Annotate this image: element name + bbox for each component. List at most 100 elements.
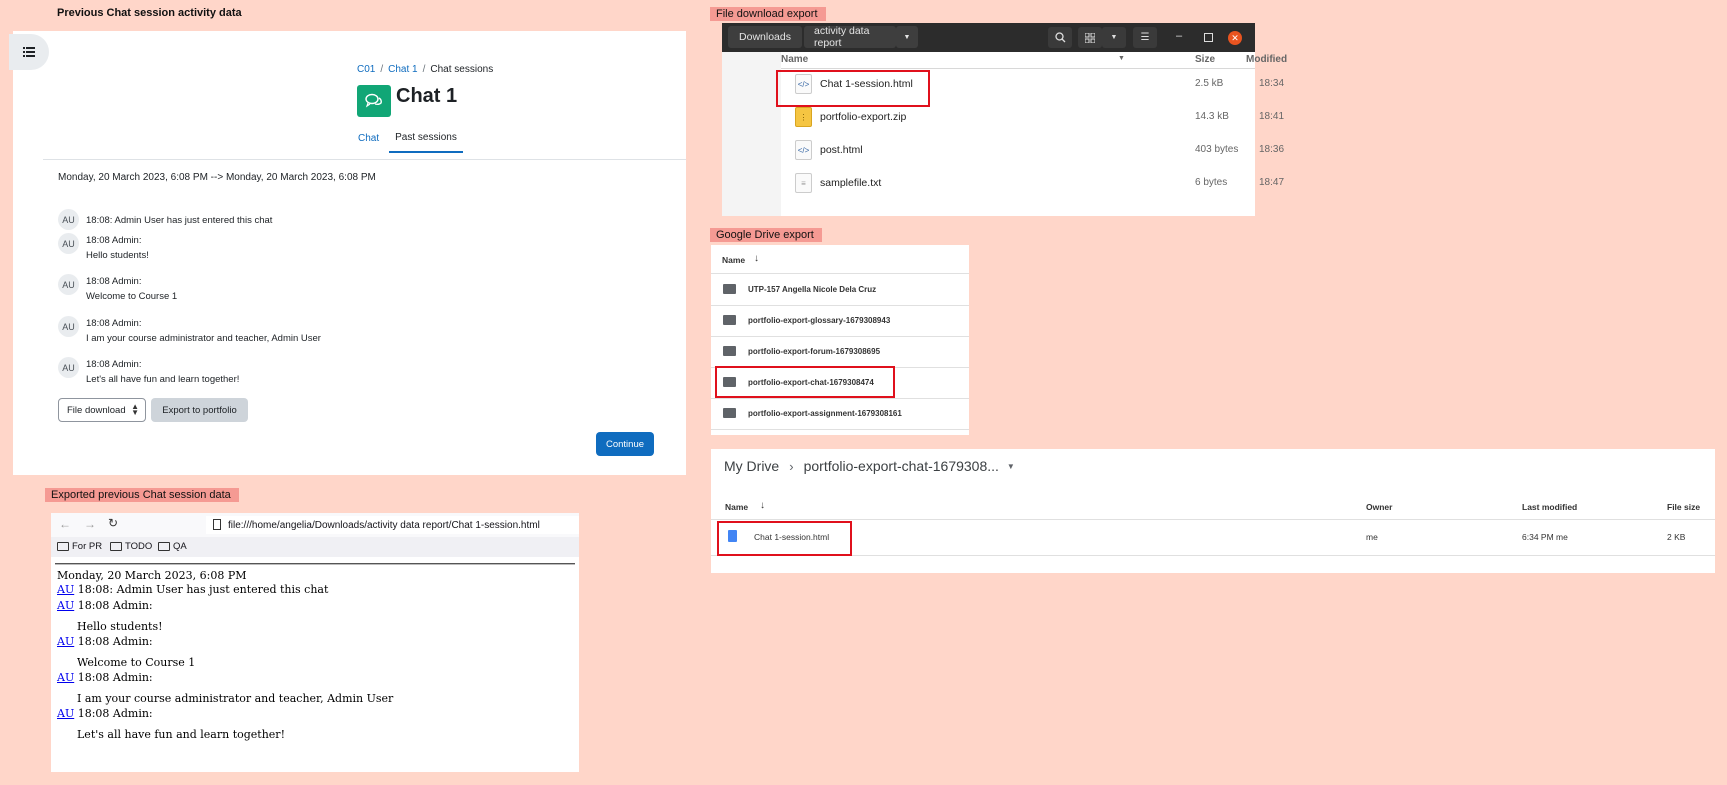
column-headers: Name ↓ Owner Last modified File size xyxy=(711,495,1715,520)
avatar[interactable]: AU xyxy=(58,316,79,337)
maximize-icon[interactable] xyxy=(1204,33,1213,42)
entry-text: 18:08: Admin User has just entered this … xyxy=(77,583,329,596)
bookmark-folder-for-pr[interactable]: For PR xyxy=(57,541,102,552)
folder-icon xyxy=(110,542,122,551)
file-owner: me xyxy=(1366,532,1378,542)
sort-arrow-down-icon[interactable]: ↓ xyxy=(754,253,759,264)
entry-author: 18:08 Admin: xyxy=(77,707,153,720)
grid-view-icon[interactable] xyxy=(1078,27,1102,48)
item-name: portfolio-export-assignment-1679308161 xyxy=(748,409,902,418)
file-name: post.html xyxy=(820,144,863,156)
path-downloads[interactable]: Downloads xyxy=(728,26,802,48)
breadcrumb-my-drive[interactable]: My Drive xyxy=(724,458,779,474)
column-headers: Name ↓ xyxy=(711,245,969,274)
avatar[interactable]: AU xyxy=(58,233,79,254)
bookmark-label: QA xyxy=(173,541,187,552)
column-name[interactable]: Name xyxy=(781,54,808,65)
export-entry: AU 18:08 Admin: xyxy=(57,599,153,612)
search-icon[interactable] xyxy=(1048,27,1072,48)
export-format-value: File download xyxy=(67,404,126,416)
address-bar[interactable]: file:///home/angelia/Downloads/activity … xyxy=(206,516,579,534)
entry-message: Hello students! xyxy=(77,620,163,633)
entry-author: 18:08 Admin: xyxy=(77,671,153,684)
breadcrumb-separator: / xyxy=(380,64,384,75)
export-entry: AU 18:08 Admin: xyxy=(57,671,153,684)
drive-item[interactable]: portfolio-export-assignment-1679308161 xyxy=(711,398,969,430)
path-menu-chevron-down-icon[interactable]: ▼ xyxy=(896,26,918,48)
export-entry: AU 18:08 Admin: xyxy=(57,707,153,720)
reload-icon[interactable]: ↻ xyxy=(108,516,118,530)
list-icon xyxy=(23,47,35,57)
message-author: 18:08 Admin: xyxy=(86,276,142,287)
breadcrumb: C01 / Chat 1 / Chat sessions xyxy=(357,64,493,75)
file-icon xyxy=(213,519,221,530)
file-modified: 18:47 xyxy=(1259,177,1285,188)
file-modified-by: me xyxy=(1556,532,1568,542)
column-name[interactable]: Name xyxy=(725,502,748,512)
column-file-size[interactable]: File size xyxy=(1667,502,1700,512)
breadcrumb-activity[interactable]: Chat 1 xyxy=(388,64,417,75)
section-label-exported-session: Exported previous Chat session data xyxy=(45,488,239,502)
file-row[interactable]: </> post.html 403 bytes 18:36 xyxy=(781,134,1284,167)
shared-folder-icon xyxy=(723,284,736,294)
column-last-modified[interactable]: Last modified xyxy=(1522,502,1577,512)
export-format-select[interactable]: File download ▲ ▼ xyxy=(58,398,146,422)
bookmark-folder-qa[interactable]: QA xyxy=(158,541,187,552)
sort-chevron-down-icon[interactable]: ▼ xyxy=(1118,55,1125,62)
highlight-box xyxy=(776,70,930,107)
course-index-toggle[interactable] xyxy=(9,34,49,70)
file-name: portfolio-export.zip xyxy=(820,111,907,123)
file-modified-time: 6:34 PM xyxy=(1522,532,1554,542)
avatar-link[interactable]: AU xyxy=(57,707,74,720)
drive-item[interactable]: portfolio-export-forum-1679308695 xyxy=(711,336,969,368)
avatar[interactable]: AU xyxy=(58,357,79,378)
file-size: 6 bytes xyxy=(1195,177,1228,188)
column-owner[interactable]: Owner xyxy=(1366,502,1392,512)
item-name: portfolio-export-forum-1679308695 xyxy=(748,347,881,356)
avatar[interactable]: AU xyxy=(58,209,79,230)
drive-file-row[interactable]: Chat 1-session.html me 6:34 PM me 2 KB xyxy=(711,519,1715,556)
sort-arrow-down-icon[interactable]: ↓ xyxy=(760,500,765,511)
minimize-icon[interactable]: – xyxy=(1176,30,1182,42)
export-to-portfolio-button[interactable]: Export to portfolio xyxy=(151,398,248,422)
browser-toolbar: ← → ↻ file:///home/angelia/Downloads/act… xyxy=(51,513,579,537)
tabs-divider xyxy=(43,159,686,160)
continue-button[interactable]: Continue xyxy=(596,432,654,456)
view-options-chevron-down-icon[interactable]: ▼ xyxy=(1102,27,1126,48)
path-current-folder[interactable]: activity data report xyxy=(804,25,896,49)
avatar-link[interactable]: AU xyxy=(57,671,74,684)
column-name[interactable]: Name xyxy=(722,255,745,265)
page-title: Chat 1 xyxy=(396,85,458,107)
item-name: UTP-157 Angella Nicole Dela Cruz xyxy=(748,285,877,294)
bookmark-folder-todo[interactable]: TODO xyxy=(110,541,152,552)
drive-breadcrumb: My Drive › portfolio-export-chat-1679308… xyxy=(724,458,1015,474)
close-icon[interactable]: ✕ xyxy=(1228,31,1242,45)
avatar[interactable]: AU xyxy=(58,274,79,295)
forward-icon[interactable]: → xyxy=(84,517,96,531)
file-manager-header: Downloads activity data report ▼ ▼ ☰ – ✕ xyxy=(722,23,1255,52)
export-entry: AU 18:08 Admin: xyxy=(57,635,153,648)
file-row[interactable]: ≡ samplefile.txt 6 bytes 18:47 xyxy=(781,167,1284,200)
tab-chat[interactable]: Chat xyxy=(358,133,379,144)
column-modified[interactable]: Modified xyxy=(1246,54,1287,65)
export-entry: AU 18:08: Admin User has just entered th… xyxy=(57,583,328,596)
avatar-link[interactable]: AU xyxy=(57,599,74,612)
hamburger-menu-icon[interactable]: ☰ xyxy=(1133,27,1157,48)
chevron-down-icon[interactable]: ▼ xyxy=(1007,462,1015,471)
drive-item[interactable]: portfolio-export-glossary-1679308943 xyxy=(711,305,969,337)
text-file-icon: ≡ xyxy=(795,173,812,193)
avatar-link[interactable]: AU xyxy=(57,583,74,596)
tab-past-sessions[interactable]: Past sessions xyxy=(389,123,463,153)
google-drive-list: Name ↓ UTP-157 Angella Nicole Dela Cruz … xyxy=(711,245,969,435)
address-bar-url: file:///home/angelia/Downloads/activity … xyxy=(228,519,540,531)
message-body: Let's all have fun and learn together! xyxy=(86,374,240,385)
avatar-link[interactable]: AU xyxy=(57,635,74,648)
file-modified: 6:34 PM me xyxy=(1522,532,1568,542)
breadcrumb-course[interactable]: C01 xyxy=(357,64,375,75)
file-name: samplefile.txt xyxy=(820,177,882,189)
back-icon[interactable]: ← xyxy=(59,517,71,531)
drive-item[interactable]: UTP-157 Angella Nicole Dela Cruz xyxy=(711,274,969,306)
session-range: Monday, 20 March 2023, 6:08 PM --> Monda… xyxy=(58,172,376,183)
column-size[interactable]: Size xyxy=(1195,54,1215,65)
breadcrumb-folder[interactable]: portfolio-export-chat-1679308... xyxy=(804,458,999,474)
